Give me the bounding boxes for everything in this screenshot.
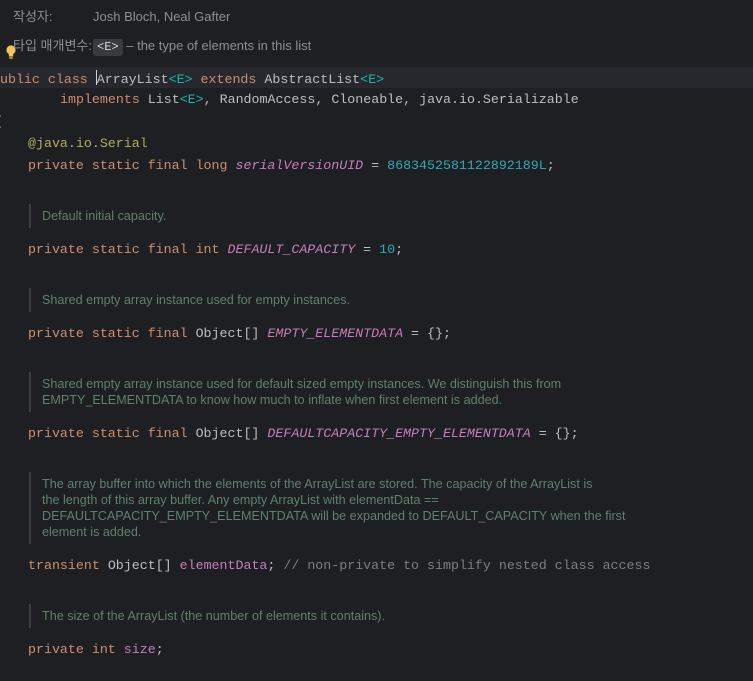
serial-end: ; bbox=[546, 158, 555, 173]
javadoc-author-line: 작성자: Josh Bloch, Neal Gafter bbox=[13, 6, 230, 25]
doc-size: The size of the ArrayList (the number of… bbox=[29, 604, 682, 628]
doc-element-data-line4: element is added. bbox=[42, 525, 142, 539]
super-type-param: <E> bbox=[360, 72, 385, 87]
iface-rest[interactable]: , RandomAccess, Cloneable, java.io.Seria… bbox=[204, 92, 579, 107]
type-param-desc: – the type of elements in this list bbox=[126, 38, 312, 53]
author-value: Josh Bloch, Neal Gafter bbox=[93, 9, 231, 24]
class-type-param: <E> bbox=[168, 72, 193, 87]
default-capacity-end: ; bbox=[395, 242, 404, 257]
annotation-at: @ bbox=[28, 136, 36, 151]
serial-assign: = bbox=[363, 158, 388, 173]
doc-size-text: The size of the ArrayList (the number of… bbox=[42, 609, 385, 623]
type-param-label: 타입 매개변수: bbox=[13, 38, 92, 53]
keyword-class: class bbox=[47, 72, 88, 87]
doc-element-data-line2: the length of this array buffer. Any emp… bbox=[42, 493, 439, 507]
defaultcapacity-empty-modifiers: private static final bbox=[28, 426, 188, 441]
defaultcapacity-empty-type: Object[] bbox=[195, 426, 260, 441]
annotation-name[interactable]: java.io.Serial bbox=[36, 136, 148, 151]
default-capacity-assign: = bbox=[355, 242, 380, 257]
empty-elementdata-rest: = {}; bbox=[403, 326, 451, 341]
serial-value: 8683452581122892189L bbox=[387, 158, 547, 173]
javadoc-type-param-line: 타입 매개변수: <E> – the type of elements in th… bbox=[13, 35, 311, 56]
iface-list-param: <E> bbox=[179, 92, 204, 107]
defaultcapacity-empty-name[interactable]: DEFAULTCAPACITY_EMPTY_ELEMENTDATA bbox=[267, 426, 530, 441]
empty-elementdata-line[interactable]: private static final Object[] EMPTY_ELEM… bbox=[28, 326, 451, 341]
code-editor[interactable]: 작성자: Josh Bloch, Neal Gafter 타입 매개변수: <E> … bbox=[0, 0, 753, 681]
defaultcapacity-empty-rest: = {}; bbox=[530, 426, 579, 441]
class-declaration-line[interactable]: public class ArrayList<E> extends Abstra… bbox=[0, 70, 384, 87]
empty-elementdata-type: Object[] bbox=[195, 326, 260, 341]
empty-elementdata-modifiers: private static final bbox=[28, 326, 188, 341]
doc-empty-elementdata-text: Shared empty array instance used for emp… bbox=[42, 293, 350, 307]
size-type: int bbox=[91, 642, 116, 657]
size-field-line[interactable]: private int size; bbox=[28, 642, 164, 657]
doc-empty-elementdata: Shared empty array instance used for emp… bbox=[29, 288, 682, 312]
doc-element-data-line1: The array buffer into which the elements… bbox=[42, 477, 593, 491]
implements-line[interactable]: implements List<E>, RandomAccess, Clonea… bbox=[60, 92, 579, 107]
element-data-type: Object[] bbox=[107, 558, 172, 573]
doc-default-capacity-text: Default initial capacity. bbox=[42, 209, 167, 223]
doc-defaultcapacity-empty-line1: Shared empty array instance used for def… bbox=[42, 377, 562, 391]
doc-defaultcapacity-empty-line2: EMPTY_ELEMENTDATA to know how much to in… bbox=[42, 393, 503, 407]
type-param-chip: <E> bbox=[93, 39, 123, 56]
class-name[interactable]: ArrayList bbox=[97, 72, 169, 87]
default-capacity-name[interactable]: DEFAULT_CAPACITY bbox=[228, 242, 356, 257]
doc-element-data-line3: DEFAULTCAPACITY_EMPTY_ELEMENTDATA will b… bbox=[42, 509, 626, 523]
author-label: 작성자: bbox=[13, 9, 53, 24]
open-brace: { bbox=[0, 114, 2, 129]
element-data-comment: // non-private to simplify nested class … bbox=[283, 558, 651, 573]
size-name[interactable]: size bbox=[124, 642, 156, 657]
serial-modifiers: private static final bbox=[28, 158, 188, 173]
element-data-name[interactable]: elementData bbox=[180, 558, 268, 573]
keyword-public: public bbox=[0, 72, 40, 87]
doc-element-data: The array buffer into which the elements… bbox=[29, 472, 682, 544]
element-data-end: ; bbox=[267, 558, 276, 573]
element-data-line[interactable]: transient Object[] elementData; // non-p… bbox=[28, 558, 650, 573]
default-capacity-value: 10 bbox=[379, 242, 396, 257]
serial-field-line[interactable]: private static final long serialVersionU… bbox=[28, 158, 555, 173]
doc-default-capacity: Default initial capacity. bbox=[29, 204, 682, 228]
size-modifier: private bbox=[28, 642, 84, 657]
element-data-modifier: transient bbox=[28, 558, 100, 573]
super-class[interactable]: AbstractList bbox=[264, 72, 360, 87]
serial-type: long bbox=[195, 158, 228, 173]
default-capacity-modifiers: private static final bbox=[28, 242, 188, 257]
iface-list[interactable]: List bbox=[148, 92, 180, 107]
annotation-line[interactable]: @java.io.Serial bbox=[28, 136, 148, 151]
keyword-implements: implements bbox=[60, 92, 140, 107]
serial-name[interactable]: serialVersionUID bbox=[235, 158, 363, 173]
default-capacity-type: int bbox=[195, 242, 220, 257]
empty-elementdata-name[interactable]: EMPTY_ELEMENTDATA bbox=[267, 326, 403, 341]
doc-defaultcapacity-empty: Shared empty array instance used for def… bbox=[29, 372, 682, 412]
keyword-extends: extends bbox=[200, 72, 257, 87]
defaultcapacity-empty-line[interactable]: private static final Object[] DEFAULTCAP… bbox=[28, 426, 579, 441]
size-end: ; bbox=[155, 642, 164, 657]
default-capacity-line[interactable]: private static final int DEFAULT_CAPACIT… bbox=[28, 242, 403, 257]
